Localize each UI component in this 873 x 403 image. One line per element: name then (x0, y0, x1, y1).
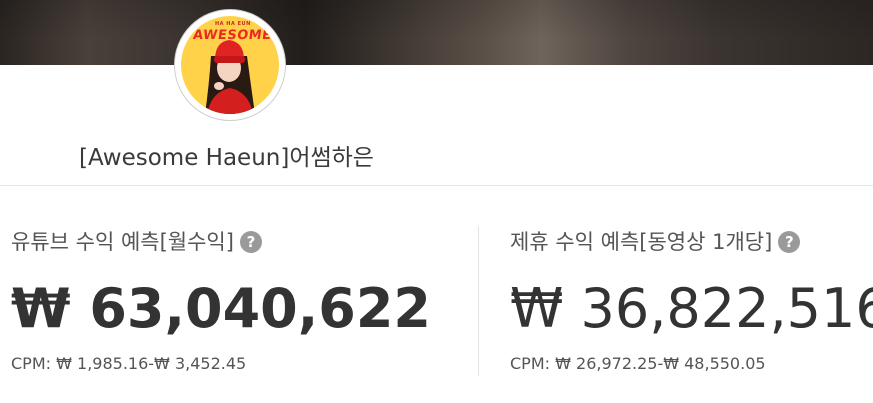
sponsorship-revenue-title-label: 제휴 수익 예측[동영상 1개당] (510, 230, 773, 254)
youtube-cpm: CPM: ₩ 1,985.16-₩ 3,452.45 (11, 354, 247, 373)
question-circle-icon[interactable]: ? (778, 231, 801, 253)
sponsorship-revenue-title: 제휴 수익 예측[동영상 1개당]? (510, 226, 801, 256)
question-circle-icon[interactable]: ? (239, 231, 262, 253)
section-divider (0, 185, 873, 186)
youtube-revenue-title-label: 유튜브 수익 예측[월수익] (11, 230, 234, 254)
avatar-person-illustration (205, 40, 255, 114)
sponsorship-cpm: CPM: ₩ 26,972.25-₩ 48,550.05 (510, 354, 766, 373)
sponsorship-revenue-value: ₩ 36,822,516 (510, 277, 873, 340)
column-divider (478, 226, 479, 376)
channel-avatar: HA HA EUN AWESOME (174, 9, 286, 121)
avatar-image: HA HA EUN AWESOME (181, 16, 279, 114)
youtube-revenue-title: 유튜브 수익 예측[월수익]? (11, 226, 262, 256)
channel-name[interactable]: [Awesome Haeun]어썸하은 (79, 138, 374, 172)
youtube-revenue-value: ₩ 63,040,622 (11, 277, 431, 340)
banner-shade (0, 0, 873, 65)
